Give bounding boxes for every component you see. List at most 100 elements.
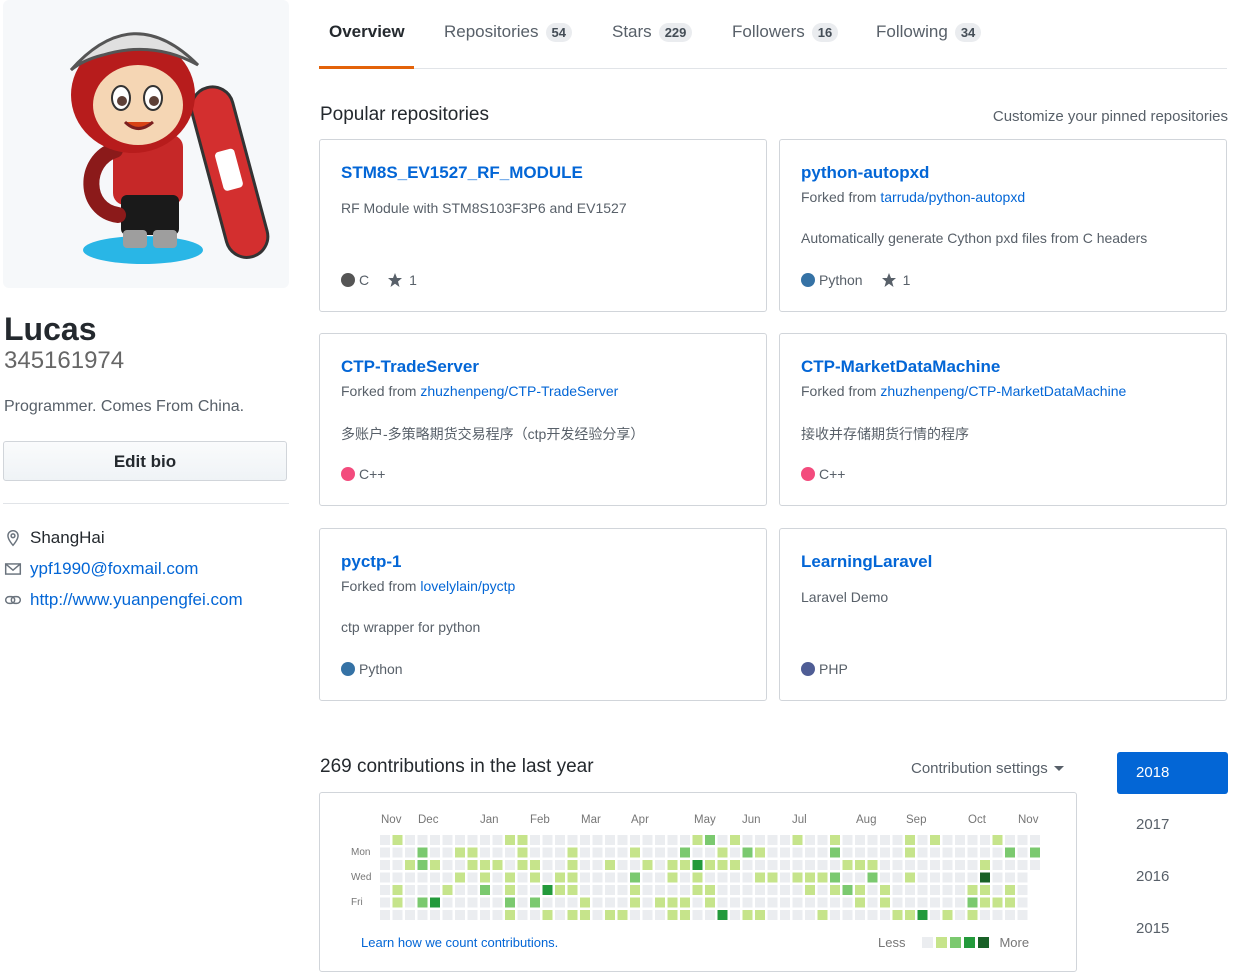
contribution-day[interactable]	[1017, 847, 1028, 858]
learn-contributions-link[interactable]: Learn how we count contributions.	[361, 935, 558, 950]
contribution-day[interactable]	[1030, 847, 1040, 858]
contribution-day[interactable]	[555, 847, 565, 858]
contribution-day[interactable]	[430, 872, 440, 883]
contribution-day[interactable]	[630, 860, 640, 870]
contribution-day[interactable]	[880, 860, 890, 870]
contribution-day[interactable]	[492, 910, 503, 920]
contribution-day[interactable]	[905, 897, 915, 908]
contribution-day[interactable]	[480, 872, 490, 883]
tab-stars[interactable]: Stars 229	[612, 22, 693, 42]
contribution-day[interactable]	[905, 847, 915, 858]
contribution-day[interactable]	[742, 835, 753, 845]
tab-following[interactable]: Following 34	[876, 22, 982, 42]
contribution-day[interactable]	[692, 860, 703, 870]
contribution-day[interactable]	[780, 835, 790, 845]
contribution-day[interactable]	[717, 910, 728, 920]
contribution-day[interactable]	[380, 860, 390, 870]
contribution-day[interactable]	[617, 910, 628, 920]
contribution-day[interactable]	[805, 847, 815, 858]
contribution-day[interactable]	[942, 860, 953, 870]
contribution-day[interactable]	[630, 910, 640, 920]
contribution-day[interactable]	[617, 872, 628, 883]
avatar[interactable]	[3, 0, 289, 288]
contribution-day[interactable]	[867, 885, 878, 895]
contribution-day[interactable]	[980, 872, 990, 883]
contribution-day[interactable]	[467, 897, 478, 908]
contribution-day[interactable]	[430, 910, 440, 920]
contribution-day[interactable]	[655, 860, 665, 870]
contribution-day[interactable]	[692, 872, 703, 883]
contribution-day[interactable]	[605, 897, 615, 908]
contribution-day[interactable]	[855, 835, 865, 845]
contribution-day[interactable]	[780, 897, 790, 908]
contribution-day[interactable]	[405, 885, 415, 895]
contribution-day[interactable]	[392, 885, 403, 895]
contribution-settings-dropdown[interactable]: Contribution settings	[911, 760, 1064, 777]
contribution-day[interactable]	[405, 910, 415, 920]
contribution-day[interactable]	[392, 847, 403, 858]
contribution-day[interactable]	[655, 872, 665, 883]
contribution-day[interactable]	[830, 872, 840, 883]
contribution-day[interactable]	[780, 910, 790, 920]
contribution-day[interactable]	[617, 897, 628, 908]
contribution-day[interactable]	[967, 897, 978, 908]
contribution-day[interactable]	[480, 847, 490, 858]
customize-pins-link[interactable]: Customize your pinned repositories	[993, 108, 1228, 125]
contribution-day[interactable]	[705, 847, 715, 858]
contribution-day[interactable]	[817, 835, 828, 845]
contribution-day[interactable]	[442, 910, 453, 920]
contribution-day[interactable]	[805, 897, 815, 908]
contribution-day[interactable]	[817, 847, 828, 858]
contribution-day[interactable]	[1005, 847, 1015, 858]
contribution-day[interactable]	[392, 860, 403, 870]
contribution-day[interactable]	[992, 910, 1003, 920]
contribution-day[interactable]	[692, 897, 703, 908]
fork-source-link[interactable]: tarruda/python-autopxd	[880, 189, 1025, 205]
year-2018[interactable]: 2018	[1117, 752, 1228, 794]
contribution-day[interactable]	[992, 885, 1003, 895]
contribution-day[interactable]	[630, 835, 640, 845]
contribution-day[interactable]	[417, 847, 428, 858]
contribution-day[interactable]	[955, 910, 965, 920]
contribution-day[interactable]	[505, 885, 515, 895]
contribution-day[interactable]	[767, 872, 778, 883]
contribution-day[interactable]	[480, 835, 490, 845]
contribution-day[interactable]	[817, 872, 828, 883]
contribution-day[interactable]	[855, 897, 865, 908]
contribution-day[interactable]	[392, 910, 403, 920]
contribution-day[interactable]	[680, 885, 690, 895]
contribution-day[interactable]	[817, 910, 828, 920]
contribution-day[interactable]	[1017, 897, 1028, 908]
contribution-day[interactable]	[680, 835, 690, 845]
contribution-day[interactable]	[817, 885, 828, 895]
contribution-day[interactable]	[655, 847, 665, 858]
contribution-day[interactable]	[930, 835, 940, 845]
contribution-day[interactable]	[380, 885, 390, 895]
contribution-day[interactable]	[867, 847, 878, 858]
contribution-day[interactable]	[867, 910, 878, 920]
contribution-day[interactable]	[942, 910, 953, 920]
contribution-day[interactable]	[930, 847, 940, 858]
repo-name-link[interactable]: CTP-MarketDataMachine	[801, 357, 1000, 377]
contribution-day[interactable]	[867, 835, 878, 845]
contribution-day[interactable]	[892, 885, 903, 895]
contribution-day[interactable]	[730, 835, 740, 845]
contribution-day[interactable]	[580, 872, 590, 883]
contribution-day[interactable]	[805, 910, 815, 920]
year-2017[interactable]: 2017	[1117, 804, 1228, 846]
contribution-day[interactable]	[980, 847, 990, 858]
contribution-day[interactable]	[992, 847, 1003, 858]
contribution-day[interactable]	[655, 835, 665, 845]
contribution-day[interactable]	[942, 872, 953, 883]
contribution-day[interactable]	[417, 860, 428, 870]
contribution-day[interactable]	[605, 835, 615, 845]
contribution-day[interactable]	[792, 897, 803, 908]
contribution-day[interactable]	[1030, 835, 1040, 845]
contribution-day[interactable]	[555, 885, 565, 895]
contribution-day[interactable]	[767, 897, 778, 908]
contribution-day[interactable]	[492, 835, 503, 845]
contribution-day[interactable]	[767, 847, 778, 858]
year-2016[interactable]: 2016	[1117, 856, 1228, 898]
contribution-day[interactable]	[630, 847, 640, 858]
contribution-day[interactable]	[492, 847, 503, 858]
